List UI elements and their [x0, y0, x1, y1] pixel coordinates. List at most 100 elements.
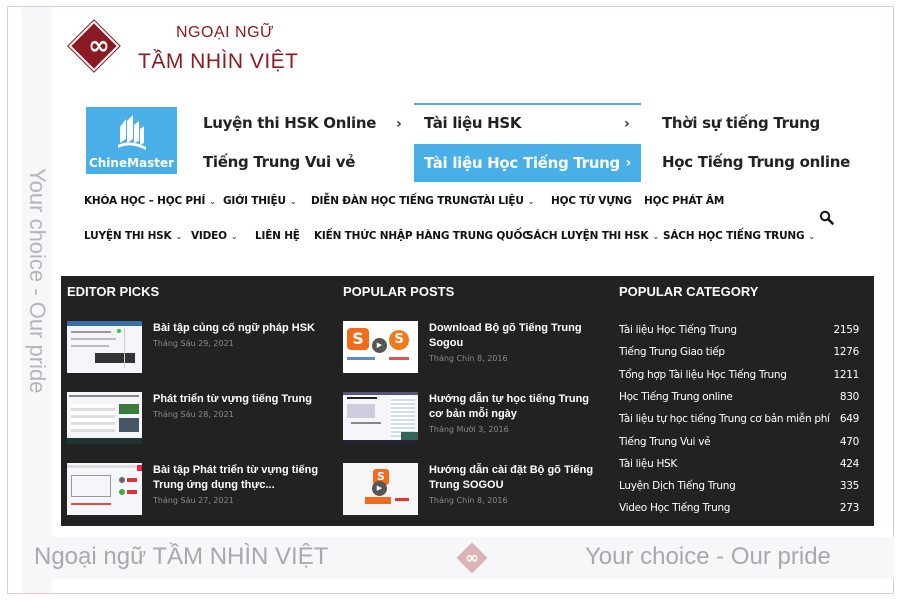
menu-lien-he[interactable]: LIÊN HỆ: [255, 230, 300, 242]
category-item[interactable]: Tài liệu Học Tiếng Trung 2159: [619, 324, 859, 344]
post-date: Tháng Chín 8, 2016: [429, 496, 508, 505]
chevron-right-icon: ›: [625, 155, 632, 171]
menu-khoa-hoc-hoc-phi[interactable]: KHÓA HỌC – HỌC PHÍ ⌄: [84, 195, 216, 207]
chevron-down-icon: ⌄: [175, 232, 182, 241]
mega-menu-panel: EDITOR PICKS Bài tập củng cố ngữ pháp HS…: [61, 276, 874, 526]
post-thumbnail[interactable]: [67, 321, 142, 373]
menu-label: TÀI LIỆU: [477, 195, 524, 207]
category-item[interactable]: Học Tiếng Trung online 830: [619, 391, 859, 411]
category-name: Tổng hợp Tài liệu Học Tiếng Trung: [619, 369, 787, 381]
toplink-tai-lieu-hsk[interactable]: Tài liệu HSK: [424, 114, 522, 132]
post-thumbnail[interactable]: [343, 392, 418, 444]
popular-post[interactable]: S S ▶ Download Bộ gõ Tiếng Trung Sogou T…: [343, 321, 613, 376]
search-icon[interactable]: [819, 210, 835, 226]
menu-label: SÁCH LUYỆN THI HSK: [526, 230, 649, 242]
chevron-down-icon: ⌄: [652, 232, 659, 241]
play-icon[interactable]: ▶: [372, 481, 387, 496]
toplink-label: Tài liệu Học Tiếng Trung: [424, 154, 620, 172]
toplink-luyen-thi-hsk-online[interactable]: Luyện thi HSK Online: [203, 114, 376, 132]
post-date: Tháng Chín 8, 2016: [429, 354, 508, 363]
post-thumbnail[interactable]: S S ▶: [343, 321, 418, 373]
category-name: Tài liệu Học Tiếng Trung: [619, 324, 737, 336]
chevron-down-icon: ⌄: [808, 232, 815, 241]
post-thumbnail[interactable]: S ▶: [343, 463, 418, 515]
category-name: Tiếng Trung Vui vẻ: [619, 436, 711, 448]
editor-pick-post[interactable]: Bài tập Phát triển từ vựng tiếng Trung ứ…: [67, 463, 337, 518]
toplink-thoi-su-tieng-trung[interactable]: Thời sự tiếng Trung: [662, 114, 820, 132]
post-title[interactable]: Hướng dẫn tự học tiếng Trung cơ bản mỗi …: [429, 392, 604, 422]
popular-post[interactable]: S ▶ Hướng dẫn cài đặt Bộ gõ Tiếng Trung …: [343, 463, 613, 518]
infinity-icon: ∞: [465, 548, 479, 567]
popular-post[interactable]: Hướng dẫn tự học tiếng Trung cơ bản mỗi …: [343, 392, 613, 447]
menu-video[interactable]: VIDEO ⌄: [191, 230, 238, 242]
category-name: Tài liệu HSK: [619, 458, 678, 470]
chinemaster-logo[interactable]: ChineMaster: [86, 107, 177, 174]
post-title[interactable]: Bài tập củng cố ngữ pháp HSK: [153, 321, 328, 336]
post-title[interactable]: Bài tập Phát triển từ vựng tiếng Trung ứ…: [153, 463, 328, 493]
brand-logo[interactable]: ∞ NGOẠI NGỮ TẦM NHÌN VIỆT: [67, 19, 332, 78]
category-item[interactable]: Tài liệu HSK 424: [619, 458, 859, 478]
menu-sach-luyen-thi-hsk[interactable]: SÁCH LUYỆN THI HSK ⌄: [526, 230, 659, 242]
menu-label: LUYỆN THI HSK: [84, 230, 172, 242]
post-thumbnail[interactable]: [67, 463, 142, 515]
category-count: 649: [839, 413, 859, 425]
footer-tagline: Your choice - Our pride: [585, 543, 831, 570]
footer-brand: TẦM NHÌN VIỆT: [152, 543, 329, 570]
chevron-down-icon: ⌄: [209, 197, 216, 206]
category-count: 470: [839, 436, 859, 448]
chevron-down-icon: ⌄: [230, 232, 238, 241]
chevron-right-icon: ›: [396, 116, 402, 132]
toplink-hoc-tieng-trung-online[interactable]: Học Tiếng Trung online: [662, 153, 850, 171]
toplink-tai-lieu-hoc-tieng-trung[interactable]: Tài liệu Học Tiếng Trung ›: [414, 144, 641, 182]
menu-dien-dan[interactable]: DIỄN ĐÀN HỌC TIẾNG TRUNG: [311, 195, 478, 207]
category-count: 830: [839, 391, 859, 403]
category-count: 1211: [833, 369, 859, 381]
category-item[interactable]: Video Học Tiếng Trung 273: [619, 502, 859, 522]
chevron-down-icon: ⌄: [289, 197, 297, 206]
menu-sach-hoc-tieng-trung[interactable]: SÁCH HỌC TIẾNG TRUNG ⌄: [663, 230, 815, 242]
editor-picks-title: EDITOR PICKS: [67, 284, 160, 299]
menu-kien-thuc-nhap-hang[interactable]: KIẾN THỨC NHẬP HÀNG TRUNG QUỐC: [314, 230, 530, 242]
brand-line2: TẦM NHÌN VIỆT: [138, 50, 299, 73]
editor-pick-post[interactable]: Bài tập củng cố ngữ pháp HSK Tháng Sáu 2…: [67, 321, 337, 376]
category-item[interactable]: Tổng hợp Tài liệu Học Tiếng Trung 1211: [619, 369, 859, 389]
category-name: Luyện Dịch Tiếng Trung: [619, 480, 736, 492]
play-icon[interactable]: ▶: [372, 338, 387, 353]
category-count: 424: [839, 458, 859, 470]
menu-label: DIỄN ĐÀN HỌC TIẾNG TRUNG: [311, 195, 478, 207]
post-thumbnail[interactable]: [67, 392, 142, 444]
category-item[interactable]: Tiếng Trung Vui vẻ 470: [619, 436, 859, 456]
chinemaster-logo-text: ChineMaster: [88, 156, 175, 170]
post-title[interactable]: Download Bộ gõ Tiếng Trung Sogou: [429, 321, 604, 351]
infinity-icon: ∞: [88, 31, 110, 61]
category-item[interactable]: Tiếng Trung Giao tiếp 1276: [619, 346, 859, 366]
book-icon: [118, 115, 146, 150]
menu-tai-lieu[interactable]: TÀI LIỆU ⌄: [477, 195, 534, 207]
menu-luyen-thi-hsk[interactable]: LUYỆN THI HSK ⌄: [84, 230, 182, 242]
menu-label: GIỚI THIỆU: [223, 195, 286, 207]
footer-prefix: Ngoại ngữ: [34, 543, 153, 570]
category-name: Tiếng Trung Giao tiếp: [619, 346, 725, 358]
toplink-tieng-trung-vui-ve[interactable]: Tiếng Trung Vui vẻ: [203, 153, 355, 171]
menu-label: SÁCH HỌC TIẾNG TRUNG: [663, 230, 805, 242]
active-topline: [414, 103, 641, 105]
category-count: 335: [839, 480, 859, 492]
post-title[interactable]: Hướng dẫn cài đặt Bộ gõ Tiếng Trung SOGO…: [429, 463, 604, 493]
post-title[interactable]: Phát triển từ vựng tiếng Trung: [153, 392, 328, 407]
post-date: Tháng Sáu 29, 2021: [153, 339, 234, 348]
footer-brand-text: Ngoại ngữ TẦM NHÌN VIỆT: [34, 543, 328, 571]
menu-label: KHÓA HỌC – HỌC PHÍ: [84, 195, 206, 207]
category-item[interactable]: Tài liệu tự học tiếng Trung cơ bản miễn …: [619, 413, 859, 433]
side-tagline: Your choice - Our pride: [25, 168, 50, 394]
editor-pick-post[interactable]: Phát triển từ vựng tiếng Trung Tháng Sáu…: [67, 392, 337, 447]
brand-line1: NGOẠI NGỮ: [176, 24, 275, 41]
menu-hoc-phat-am[interactable]: HỌC PHÁT ÂM: [644, 195, 724, 207]
menu-label: LIÊN HỆ: [255, 230, 300, 242]
category-count: 1276: [833, 346, 859, 358]
category-item[interactable]: Luyện Dịch Tiếng Trung 335: [619, 480, 859, 500]
menu-gioi-thieu[interactable]: GIỚI THIỆU ⌄: [223, 195, 297, 207]
menu-hoc-tu-vung[interactable]: HỌC TỪ VỰNG: [551, 195, 632, 207]
category-name: Video Học Tiếng Trung: [619, 502, 731, 514]
category-count: 2159: [833, 324, 859, 336]
category-name: Tài liệu tự học tiếng Trung cơ bản miễn …: [619, 413, 830, 425]
